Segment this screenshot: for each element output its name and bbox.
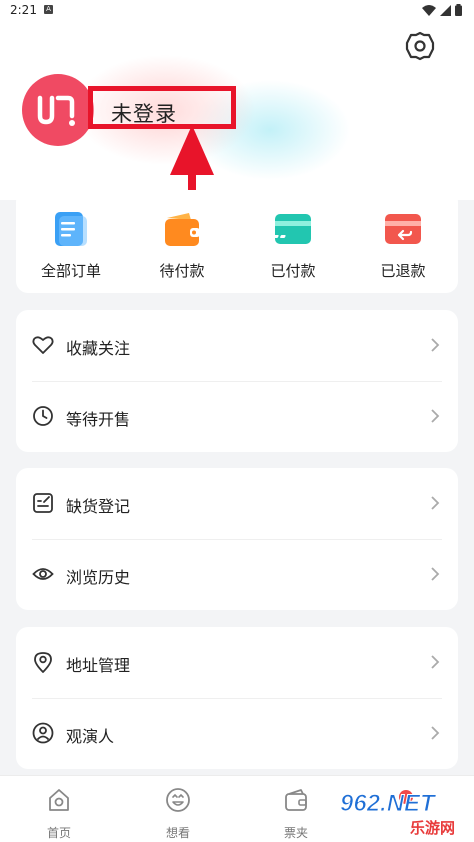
- home-icon: [49, 789, 69, 811]
- watermark-subtitle: 乐游网: [410, 819, 455, 837]
- list-group-1: 收藏关注 等待开售: [16, 310, 458, 452]
- watermark-brand: 962.NET: [340, 790, 437, 817]
- order-all[interactable]: 全部订单: [26, 210, 116, 281]
- signal-icon: [440, 4, 451, 16]
- ticket-wallet-icon: [285, 789, 307, 811]
- list-group-2: 缺货登记 浏览历史: [16, 468, 458, 610]
- heart-icon: [32, 336, 54, 354]
- wifi-icon: [422, 4, 436, 16]
- document-icon: [55, 212, 87, 246]
- card-icon: [273, 214, 311, 244]
- order-pending-label: 待付款: [159, 262, 205, 280]
- orders-card: 全部订单 待付款 已付款 已退款: [16, 190, 458, 293]
- list-item-address[interactable]: 地址管理: [16, 627, 458, 698]
- nav-home[interactable]: 首页: [19, 786, 99, 841]
- order-paid[interactable]: 已付款: [248, 210, 338, 281]
- chevron-right-icon: [431, 496, 440, 510]
- chevron-right-icon: [431, 409, 440, 423]
- order-all-label: 全部订单: [40, 262, 101, 280]
- smile-icon: [166, 788, 190, 812]
- list-item-audience[interactable]: 观演人: [16, 698, 458, 769]
- order-pending[interactable]: 待付款: [137, 210, 227, 281]
- avatar[interactable]: [22, 74, 94, 146]
- list-item-label: 浏览历史: [66, 568, 131, 587]
- list-group-3: 地址管理 观演人: [16, 627, 458, 769]
- status-time: 2:21: [10, 3, 37, 17]
- chevron-right-icon: [431, 567, 440, 581]
- list-item-favorites[interactable]: 收藏关注: [16, 310, 458, 381]
- list-item-browse-history[interactable]: 浏览历史: [16, 539, 458, 610]
- nav-ticket-wallet-label: 票夹: [283, 826, 308, 840]
- settings-gear-icon[interactable]: [404, 30, 436, 62]
- status-icons: [422, 4, 462, 16]
- order-refunded[interactable]: 已退款: [358, 210, 448, 281]
- nav-home-label: 首页: [46, 826, 71, 840]
- chevron-right-icon: [431, 726, 440, 740]
- notification-icon: A: [44, 5, 53, 14]
- battery-icon: [455, 4, 462, 16]
- chevron-right-icon: [431, 338, 440, 352]
- status-bar: 2:21 A: [0, 0, 474, 22]
- order-refunded-label: 已退款: [380, 262, 426, 280]
- location-icon: [34, 652, 52, 673]
- list-item-label: 等待开售: [66, 410, 131, 429]
- login-status-text[interactable]: 未登录: [111, 98, 177, 128]
- chevron-right-icon: [431, 655, 440, 669]
- eye-icon: [32, 568, 54, 580]
- list-item-label: 地址管理: [66, 656, 131, 675]
- clock-icon: [33, 406, 53, 426]
- wallet-icon: [165, 213, 200, 246]
- person-icon: [32, 722, 54, 744]
- nav-ticket-wallet[interactable]: 票夹: [256, 786, 336, 841]
- list-item-label: 缺货登记: [66, 497, 131, 516]
- watermark-logo: 962.NET 乐游网: [340, 790, 456, 838]
- list-item-upcoming-sale[interactable]: 等待开售: [16, 381, 458, 452]
- list-item-label: 收藏关注: [66, 339, 131, 358]
- list-item-stock-register[interactable]: 缺货登记: [16, 468, 458, 539]
- order-paid-label: 已付款: [270, 262, 316, 280]
- list-item-label: 观演人: [66, 727, 115, 746]
- nav-want-to-see[interactable]: 想看: [138, 786, 218, 841]
- nav-want-to-see-label: 想看: [165, 826, 190, 840]
- app-logo-icon: [37, 95, 75, 126]
- register-icon: [33, 493, 53, 513]
- refund-icon: [385, 214, 421, 244]
